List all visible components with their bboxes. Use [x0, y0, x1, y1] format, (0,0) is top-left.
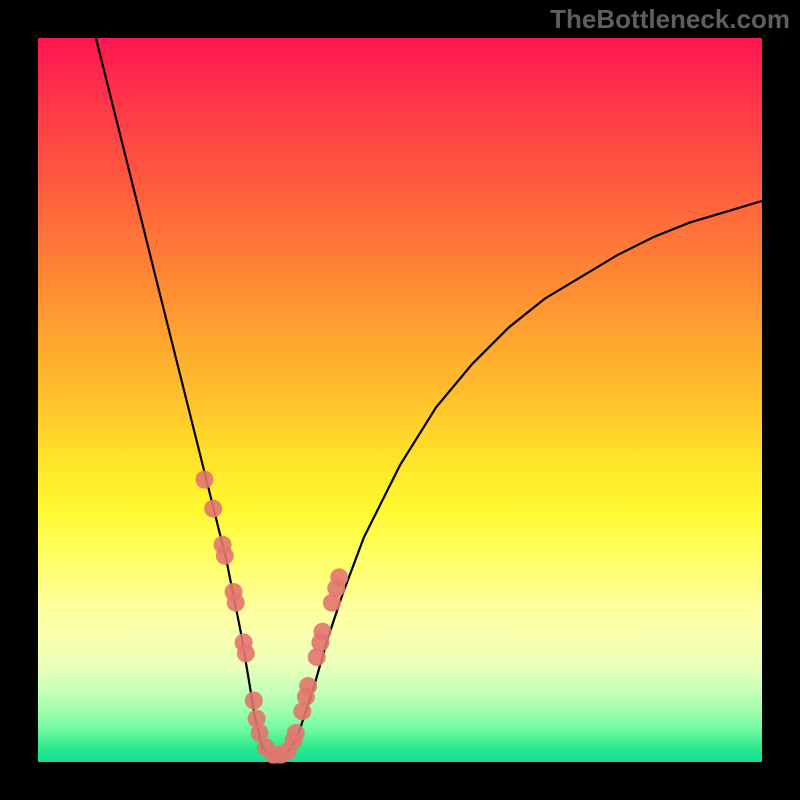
data-marker [299, 677, 317, 695]
data-marker [216, 547, 234, 565]
chart-plot-area [38, 38, 762, 762]
data-marker [204, 500, 222, 518]
watermark-text: TheBottleneck.com [550, 4, 790, 35]
data-marker [237, 644, 255, 662]
data-marker [245, 692, 263, 710]
bottleneck-curve [96, 38, 762, 755]
data-marker [196, 471, 214, 489]
data-marker [227, 594, 245, 612]
data-marker [314, 623, 332, 641]
data-marker [330, 568, 348, 586]
chart-svg [38, 38, 762, 762]
data-marker [287, 724, 305, 742]
marker-group [196, 471, 349, 764]
